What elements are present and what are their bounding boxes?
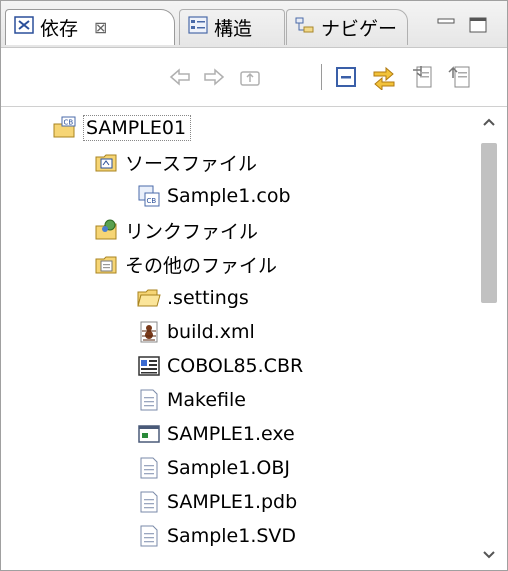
tab-navigator[interactable]: ナビゲー bbox=[286, 9, 408, 45]
view-window-controls bbox=[421, 9, 503, 45]
tree-node-sample1-obj[interactable]: Sample1.OBJ bbox=[137, 451, 290, 485]
tree-node-label: SAMPLE1.exe bbox=[167, 423, 295, 445]
dependency-icon bbox=[14, 15, 34, 40]
svg-text:CB: CB bbox=[64, 119, 74, 127]
tree-node-root[interactable]: CB SAMPLE01 bbox=[53, 111, 192, 145]
text-file-icon bbox=[137, 524, 161, 548]
maximize-icon[interactable] bbox=[467, 15, 489, 39]
tree-node-label: Makefile bbox=[167, 389, 246, 411]
tree-node-label: Sample1.cob bbox=[167, 185, 291, 207]
import-icon[interactable] bbox=[447, 64, 473, 90]
ant-build-icon bbox=[137, 320, 161, 344]
vertical-scrollbar[interactable] bbox=[471, 107, 507, 570]
tab-dependency-label: 依存 bbox=[40, 18, 79, 40]
executable-icon bbox=[137, 422, 161, 446]
structure-icon bbox=[188, 15, 208, 40]
folder-icon bbox=[137, 286, 161, 310]
dependency-view: 依存 ⊠ 構造 ナビゲー CB SAMPLE01 ソースファイル CB Samp… bbox=[0, 0, 508, 571]
scrollbar-thumb[interactable] bbox=[481, 143, 497, 303]
cobol-project-icon: CB bbox=[53, 116, 77, 140]
close-icon[interactable]: ⊠ bbox=[94, 18, 107, 37]
minimize-icon[interactable] bbox=[435, 15, 457, 39]
svg-text:CB: CB bbox=[147, 197, 157, 205]
tree-node-label: Sample1.SVD bbox=[167, 525, 297, 547]
toolbar-separator bbox=[321, 64, 322, 90]
scroll-down-icon[interactable] bbox=[471, 540, 507, 570]
tree-node-sample-cob[interactable]: CB Sample1.cob bbox=[137, 179, 291, 213]
navigator-icon bbox=[295, 15, 315, 40]
project-tree: CB SAMPLE01 ソースファイル CB Sample1.cob リンクファ… bbox=[1, 107, 471, 570]
tree-node-label: Sample1.OBJ bbox=[167, 457, 290, 479]
link-with-editor-icon[interactable] bbox=[371, 64, 397, 90]
cobol-source-icon: CB bbox=[137, 184, 161, 208]
tree-node-sample1-pdb[interactable]: SAMPLE1.pdb bbox=[137, 485, 297, 519]
tab-structure[interactable]: 構造 bbox=[179, 9, 285, 45]
view-toolbar bbox=[1, 48, 507, 107]
tab-navigator-label: ナビゲー bbox=[321, 18, 398, 40]
tree-node-label: SAMPLE01 bbox=[83, 115, 192, 141]
tab-structure-label: 構造 bbox=[214, 18, 253, 40]
tree-node-build-xml[interactable]: build.xml bbox=[137, 315, 255, 349]
tree-node-cobol85-cbr[interactable]: COBOL85.CBR bbox=[137, 349, 303, 383]
tree-node-source-files[interactable]: ソースファイル bbox=[95, 145, 257, 179]
collapse-all-icon[interactable] bbox=[333, 64, 359, 90]
up-folder-icon[interactable] bbox=[237, 64, 263, 90]
scroll-up-icon[interactable] bbox=[471, 107, 507, 137]
export-icon[interactable] bbox=[409, 64, 435, 90]
tree-node-sample1-svd[interactable]: Sample1.SVD bbox=[137, 519, 296, 553]
tree-node-sample1-exe[interactable]: SAMPLE1.exe bbox=[137, 417, 295, 451]
tab-dependency[interactable]: 依存 ⊠ bbox=[5, 9, 175, 45]
tree-node-label: ソースファイル bbox=[125, 152, 258, 175]
back-arrow-icon[interactable] bbox=[167, 64, 193, 90]
tree-node-label: build.xml bbox=[167, 321, 255, 343]
text-file-icon bbox=[137, 490, 161, 514]
tree-node-label: COBOL85.CBR bbox=[167, 355, 304, 377]
other-folder-icon bbox=[95, 252, 119, 276]
tree-node-link-files[interactable]: リンクファイル bbox=[95, 213, 258, 247]
link-folder-icon bbox=[95, 218, 119, 242]
tree-node-label: SAMPLE1.pdb bbox=[167, 491, 298, 513]
tree-node-label: .settings bbox=[167, 287, 249, 309]
text-file-icon bbox=[137, 456, 161, 480]
forward-arrow-icon[interactable] bbox=[201, 64, 227, 90]
tree-node-other-files[interactable]: その他のファイル bbox=[95, 247, 277, 281]
tree-node-settings[interactable]: .settings bbox=[137, 281, 249, 315]
tree-node-makefile[interactable]: Makefile bbox=[137, 383, 246, 417]
view-tab-bar: 依存 ⊠ 構造 ナビゲー bbox=[1, 1, 507, 48]
cbr-file-icon bbox=[137, 354, 161, 378]
tree-node-label: その他のファイル bbox=[125, 254, 278, 277]
text-file-icon bbox=[137, 388, 161, 412]
source-folder-icon bbox=[95, 150, 119, 174]
tree-node-label: リンクファイル bbox=[125, 220, 259, 243]
